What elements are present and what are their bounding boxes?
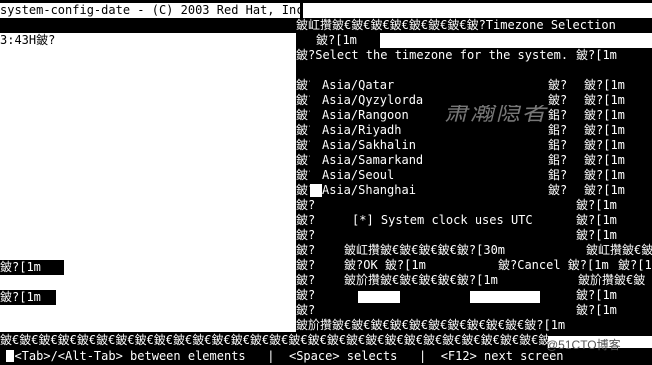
row-tail-8: 鈹?[1m <box>576 303 617 317</box>
row-prefix-4: 鈹? <box>296 243 316 257</box>
timezone-row-tail: 鈹?[1m <box>584 153 625 167</box>
row-prefix-2: 鈹? <box>296 213 316 227</box>
timezone-row-prefix: 鈹? <box>296 168 310 182</box>
timezone-item[interactable]: Asia/Sakhalin <box>322 138 522 153</box>
timezone-row-tail: 鈹?[1m <box>584 93 625 107</box>
timezone-row-tail: 鈹?[1m <box>584 78 625 92</box>
left-panel-strip-1 <box>64 260 296 275</box>
scrollbar-mark[interactable]: 鈻? <box>548 138 574 153</box>
dialog-top-border: 鈹屸攢鈹€鈹€鈹€鈹€鈹€鈹€鈹€鈹?Timezone Selection <box>296 18 616 32</box>
timezone-row-prefix: 鈹? <box>296 138 310 152</box>
author-watermark: 萧瀚隐者 <box>444 105 548 126</box>
dialog-header: 鈹?Select the timezone for the system. <box>296 48 569 62</box>
timezone-row-tail: 鈹?[1m <box>584 138 625 152</box>
dialog-bottom-border: 鈹斺攢鈹€鈹€鈹€鈹€鈹€鈹€鈹€鈹€鈹€鈹€鈹?[1m <box>296 318 566 332</box>
timezone-row-prefix: 鈹? <box>296 78 310 92</box>
ok-button[interactable]: 鈹?OK 鈹?[1m <box>344 258 440 273</box>
cancel-button[interactable]: 鈹?Cancel 鈹?[1m <box>498 258 618 273</box>
left-panel <box>0 48 296 262</box>
help-line: <Tab>/<Alt-Tab> between elements | <Spac… <box>0 349 564 363</box>
timezone-row-prefix: 鈹? <box>296 153 310 167</box>
row-tail-5: 鈹?[1m <box>618 258 652 272</box>
row-tail-2: 鈹?[1m <box>576 213 617 227</box>
timezone-row-prefix: 鈹? <box>296 93 310 107</box>
utc-checkbox[interactable]: [*] System clock uses UTC <box>352 213 552 228</box>
site-watermark: @51CTO博客 <box>546 338 621 352</box>
title-bar-fill <box>303 3 652 18</box>
left-label-1: 鈹?[1m <box>0 260 64 275</box>
timezone-row-tail: 鈹?[1m <box>584 108 625 122</box>
row-prefix-8: 鈹? <box>296 303 316 317</box>
row-tail-7: 鈹?[1m <box>576 288 617 302</box>
scrollbar-mark[interactable]: 鈻? <box>548 153 574 168</box>
status-time: 3:43H鈹? <box>0 33 296 48</box>
cancel-button-shadow <box>470 291 540 303</box>
scrollbar-mark[interactable]: 鈹? <box>548 78 574 93</box>
timezone-item[interactable]: Asia/Seoul <box>322 168 522 183</box>
row-prefix-6: 鈹? <box>296 273 316 287</box>
title-bar: system-config-date - (C) 2003 Red Hat, I… <box>0 3 300 18</box>
dialog-title-tail: 鈹?[1m <box>316 33 357 47</box>
row-prefix-5: 鈹? <box>296 258 316 272</box>
timezone-row-tail: 鈹?[1m <box>584 183 625 197</box>
timezone-row-prefix: 鈹? <box>296 123 310 137</box>
left-panel-strip-3 <box>56 290 296 305</box>
scrollbar-mark[interactable]: 鈻? <box>548 168 574 183</box>
row-tail-3: 鈹?[1m <box>576 228 617 242</box>
dialog-title-fill <box>380 33 652 48</box>
button-top: 鈹屸攢鈹€鈹€鈹€鈹€鈹?[30m <box>344 243 506 257</box>
timezone-item[interactable]: Asia/Shanghai <box>322 183 522 198</box>
dialog-header-tail: 鈹?[1m <box>576 48 617 62</box>
timezone-item[interactable]: Asia/Samarkand <box>322 153 522 168</box>
timezone-row-prefix: 鈹? <box>296 108 310 122</box>
button-top-right: 鈹屸攢鈹€鈹 <box>586 243 652 257</box>
button-bottom: 鈹斺攢鈹€鈹€鈹€鈹€鈹?[1m <box>344 273 498 287</box>
left-panel-bottom <box>0 305 296 332</box>
scrollbar-mark[interactable]: 鈹? <box>548 183 574 198</box>
row-tail-1: 鈹?[1m <box>576 198 617 212</box>
left-panel-strip-2 <box>0 275 296 290</box>
timezone-row-prefix: 鈹? <box>296 183 310 197</box>
timezone-item[interactable]: Asia/Qatar <box>322 78 522 93</box>
row-prefix-7: 鈹? <box>296 288 316 302</box>
row-prefix-1: 鈹? <box>296 198 316 212</box>
left-label-2: 鈹?[1m <box>0 290 56 305</box>
timezone-row-tail: 鈹?[1m <box>584 168 625 182</box>
button-bottom-right: 鈹斺攢鈹€鈹 <box>578 273 646 287</box>
timezone-row-tail: 鈹?[1m <box>584 123 625 137</box>
selection-cursor <box>310 184 322 197</box>
row-prefix-3: 鈹? <box>296 228 316 242</box>
ok-button-shadow <box>358 291 400 303</box>
bottom-rule: 鈹€鈹€鈹€鈹€鈹€鈹€鈹€鈹€鈹€鈹€鈹€鈹€鈹€鈹€鈹€鈹€鈹€鈹€鈹€鈹€… <box>0 333 548 347</box>
